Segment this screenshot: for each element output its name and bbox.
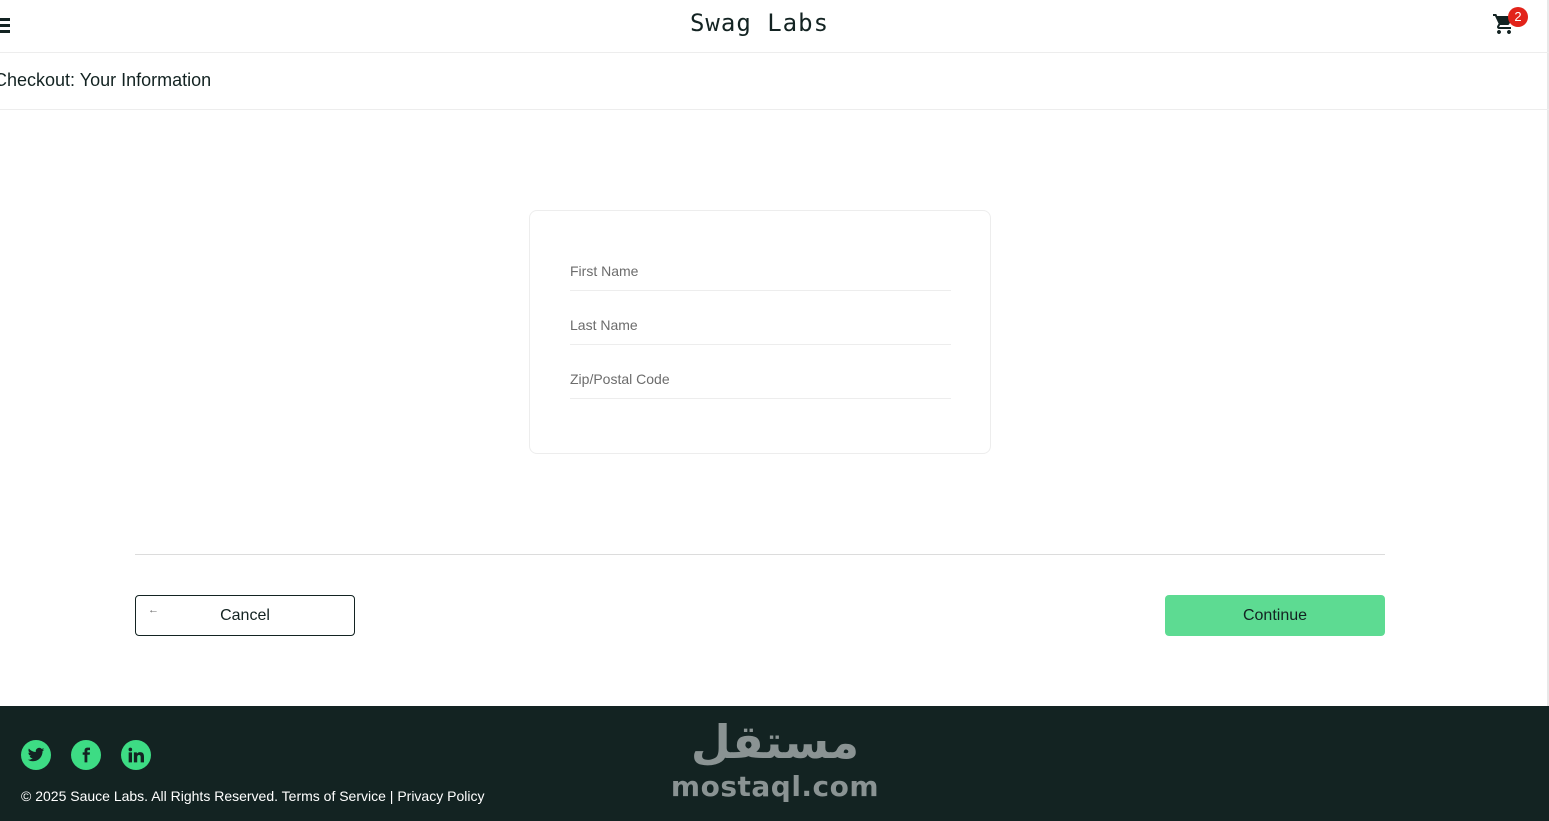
checkout-info-form <box>529 210 991 454</box>
postal-code-input[interactable] <box>570 359 951 399</box>
copyright-text: © 2025 Sauce Labs. All Rights Reserved. … <box>21 788 485 804</box>
first-name-input[interactable] <box>570 251 951 291</box>
page-title: Checkout: Your Information <box>0 70 212 90</box>
primary-header: Swag Labs 2 <box>0 0 1549 53</box>
mostaql-watermark: مستقل mostaql.com <box>670 712 880 816</box>
arrow-left-icon: ← <box>148 604 159 616</box>
watermark-latin: mostaql.com <box>670 770 880 803</box>
twitter-icon <box>27 747 45 762</box>
footer: © 2025 Sauce Labs. All Rights Reserved. … <box>0 706 1549 821</box>
continue-button-label: Continue <box>1242 606 1308 624</box>
checkout-page: Swag Labs 2 Checkout: Your Information ←… <box>0 0 1549 821</box>
shopping-cart-link[interactable]: 2 <box>1490 7 1530 40</box>
linkedin-icon <box>128 747 144 763</box>
last-name-input[interactable] <box>570 305 951 345</box>
facebook-icon <box>82 747 90 763</box>
secondary-header: Checkout: Your Information <box>0 53 1549 110</box>
twitter-link[interactable] <box>21 740 51 770</box>
linkedin-link[interactable] <box>121 740 151 770</box>
cart-badge: 2 <box>1508 7 1528 27</box>
cancel-button-label: Cancel <box>220 606 270 624</box>
continue-button[interactable]: Continue <box>1165 595 1385 636</box>
actions-divider <box>135 554 1385 555</box>
app-logo: Swag Labs <box>689 9 830 37</box>
watermark-arabic: مستقل <box>690 715 860 769</box>
cancel-button[interactable]: ← Cancel <box>135 595 355 636</box>
facebook-link[interactable] <box>71 740 101 770</box>
